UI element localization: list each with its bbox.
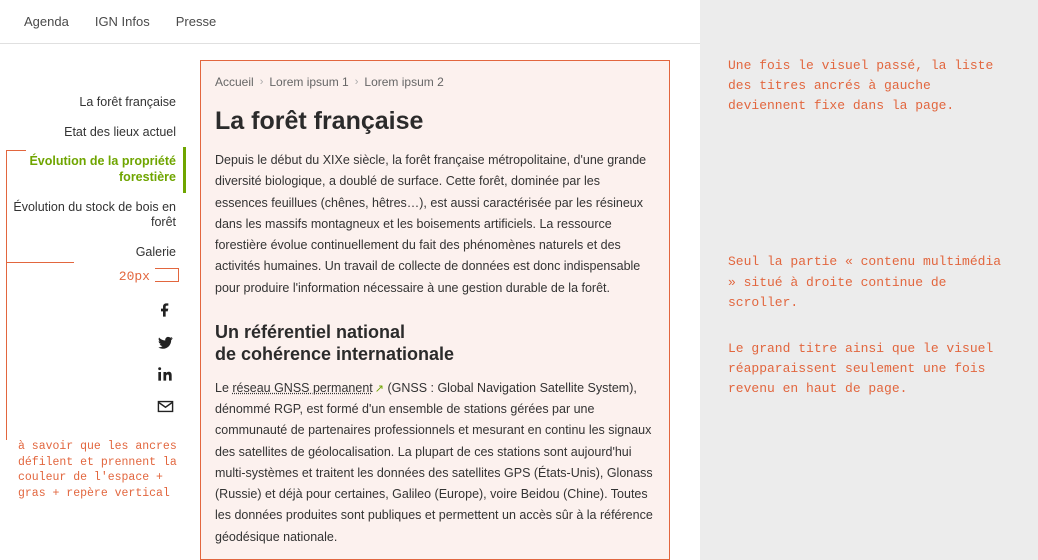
breadcrumb-item[interactable]: Lorem ipsum 2 [364,75,443,89]
annotation-panel: Une fois le visuel passé, la liste des t… [700,0,1038,560]
text: (GNSS : Global Navigation Satellite Syst… [215,381,653,544]
text: Le [215,381,232,395]
content-frame: Accueil › Lorem ipsum 1 › Lorem ipsum 2 … [200,60,670,560]
anchor-list: La forêt française Etat des lieux actuel… [6,88,186,415]
anchor-item[interactable]: Évolution du stock de bois en forêt [6,193,186,238]
anchor-item[interactable]: Galerie [6,238,186,268]
breadcrumb-item[interactable]: Lorem ipsum 1 [269,75,348,89]
anchor-item-active[interactable]: Évolution de la propriété forestière [6,147,186,192]
annotation-text: Seul la partie « contenu multimédia » si… [728,252,1010,312]
breadcrumb: Accueil › Lorem ipsum 1 › Lorem ipsum 2 [215,75,669,89]
anchor-item[interactable]: La forêt française [6,88,186,118]
twitter-icon[interactable] [156,333,174,351]
annotation-bottom-left: à savoir que les ancres défilent et pren… [18,439,190,501]
topnav-item-ign-infos[interactable]: IGN Infos [95,14,150,29]
chevron-right-icon: › [355,76,359,88]
linkedin-icon[interactable] [156,365,174,383]
article: La forêt française Depuis le début du XI… [215,107,669,560]
topnav-item-agenda[interactable]: Agenda [24,14,69,29]
main-area: La forêt française Etat des lieux actuel… [0,44,700,560]
mail-icon[interactable] [156,397,174,415]
external-link[interactable]: réseau GNSS permanent [232,381,372,395]
article-paragraph: Le réseau GNSS permanent↗ (GNSS : Global… [215,378,669,548]
spacing-label: 20px [119,269,150,284]
share-icons [6,301,186,415]
chevron-right-icon: › [260,76,264,88]
article-h1: La forêt française [215,107,669,136]
annotation-text: Le grand titre ainsi que le visuel réapp… [728,339,1010,399]
annotation-text: Une fois le visuel passé, la liste des t… [728,56,1010,116]
article-paragraph: Depuis le début du XIXe siècle, la forêt… [215,150,669,299]
breadcrumb-item[interactable]: Accueil [215,75,254,89]
spacing-annotation: 20px [6,271,186,289]
anchor-item[interactable]: Etat des lieux actuel [6,118,186,148]
topnav-item-presse[interactable]: Presse [176,14,216,29]
facebook-icon[interactable] [156,301,174,319]
external-link-icon: ↗ [375,383,384,395]
article-h2: Un référentiel national de cohérence int… [215,321,669,366]
